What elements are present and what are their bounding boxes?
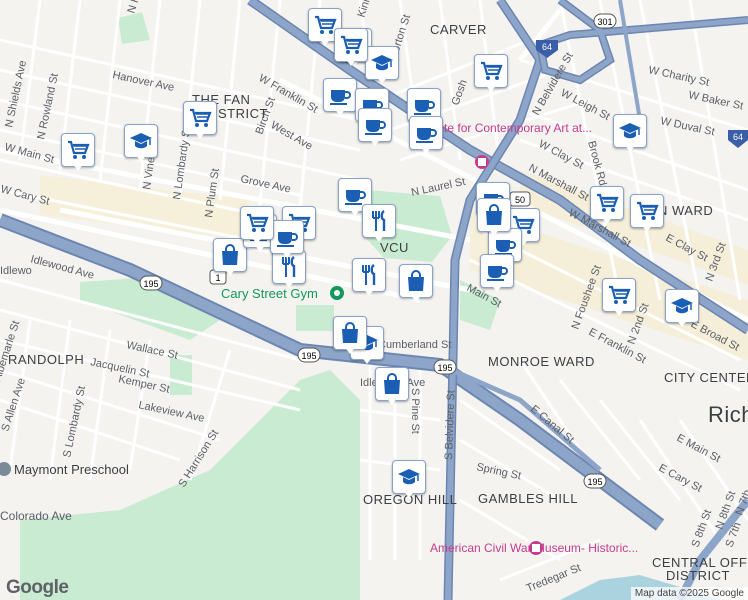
google-logo: Google <box>6 577 69 598</box>
poi-icon <box>529 541 543 555</box>
graduation-cap-icon <box>371 55 393 71</box>
area-label: GAMBLES HILL <box>478 491 578 506</box>
route-shield: 301 <box>593 13 617 29</box>
map-pin-cup[interactable] <box>409 116 443 158</box>
restaurant-icon <box>362 264 376 285</box>
svg-text:195: 195 <box>143 279 158 289</box>
map-pin-cart[interactable] <box>474 54 508 96</box>
street-label: Colorado Ave <box>0 509 72 523</box>
shopping-cart-icon <box>637 201 659 220</box>
map-pin-fork[interactable] <box>352 258 386 300</box>
graduation-cap-icon <box>619 123 641 139</box>
shopping-cart-icon <box>481 61 503 80</box>
svg-text:195: 195 <box>587 477 602 487</box>
street-label: S Belvidere St <box>443 390 457 460</box>
map-pin-cap[interactable] <box>124 124 158 166</box>
coffee-cup-icon <box>365 120 386 135</box>
map-pin-cart[interactable] <box>334 28 368 70</box>
map-pin-cup[interactable] <box>480 254 514 296</box>
map-pin-cap[interactable] <box>613 114 647 156</box>
map-pin-cart[interactable] <box>602 278 636 320</box>
svg-text:64: 64 <box>733 132 743 142</box>
svg-text:195: 195 <box>301 351 316 361</box>
shopping-bag-icon <box>486 204 502 225</box>
map-pin-cart[interactable] <box>240 206 274 248</box>
poi-icon <box>475 155 489 169</box>
area-label: MONROE WARD <box>488 354 595 369</box>
map-pin-cup[interactable] <box>358 108 392 150</box>
route-shield: 50 <box>509 191 531 207</box>
city-label: Richi <box>708 402 748 427</box>
coffee-cup-icon <box>487 266 508 281</box>
shopping-cart-icon <box>68 140 90 159</box>
shopping-cart-icon <box>597 193 619 212</box>
street-label: S Pine St <box>409 388 421 434</box>
coffee-cup-icon <box>414 100 435 115</box>
map-attribution[interactable]: Map data ©2025 Google <box>630 587 748 600</box>
shopping-cart-icon <box>341 35 363 54</box>
coffee-cup-icon <box>330 90 351 105</box>
svg-text:50: 50 <box>515 195 525 205</box>
route-shield: 195 <box>433 359 457 375</box>
route-shield: 195 <box>297 347 321 363</box>
route-shield: 195 <box>583 473 607 489</box>
map-pin-cup[interactable] <box>323 78 357 120</box>
area-label: RANDOLPH <box>8 352 84 367</box>
map-pin-bag[interactable] <box>375 367 409 409</box>
poi-label: Maymont Preschool <box>14 462 129 477</box>
coffee-cup-icon <box>277 232 298 247</box>
area-label: CARVER <box>430 22 487 37</box>
shopping-bag-icon <box>384 373 400 394</box>
map-pin-cart[interactable] <box>590 186 624 228</box>
svg-text:64: 64 <box>542 42 552 52</box>
shopping-cart-icon <box>609 285 631 304</box>
poi-icon <box>330 286 344 300</box>
area-label: DISTRICT <box>666 568 730 583</box>
shopping-cart-icon <box>247 213 269 232</box>
svg-text:301: 301 <box>597 17 612 27</box>
street-label: Idlewo <box>0 265 32 277</box>
area-label: N WARD <box>658 203 713 218</box>
map-pin-fork[interactable] <box>362 204 396 246</box>
area-label: CITY CENTER <box>664 370 748 385</box>
route-shield: 195 <box>139 275 163 291</box>
shopping-bag-icon <box>408 270 424 291</box>
map-pin-cart[interactable] <box>183 101 217 143</box>
map-pin-bag[interactable] <box>333 316 367 358</box>
map-pin-cap[interactable] <box>365 46 399 88</box>
graduation-cap-icon <box>130 133 152 149</box>
map-pin-cart[interactable] <box>630 194 664 236</box>
map-pin-cap[interactable] <box>392 460 426 502</box>
graduation-cap-icon <box>398 469 420 485</box>
map-pin-bag[interactable] <box>399 264 433 306</box>
map-pin-cart[interactable] <box>61 133 95 175</box>
svg-text:195: 195 <box>437 363 452 373</box>
shopping-cart-icon <box>190 108 212 127</box>
shopping-bag-icon <box>342 322 358 343</box>
coffee-cup-icon <box>416 128 437 143</box>
restaurant-icon <box>372 210 386 231</box>
map-pin-cup[interactable] <box>270 220 304 262</box>
street-label: Cumberland St <box>378 339 451 351</box>
map-pin-cap[interactable] <box>665 289 699 331</box>
graduation-cap-icon <box>671 298 693 314</box>
map-pin-bag[interactable] <box>477 198 511 240</box>
